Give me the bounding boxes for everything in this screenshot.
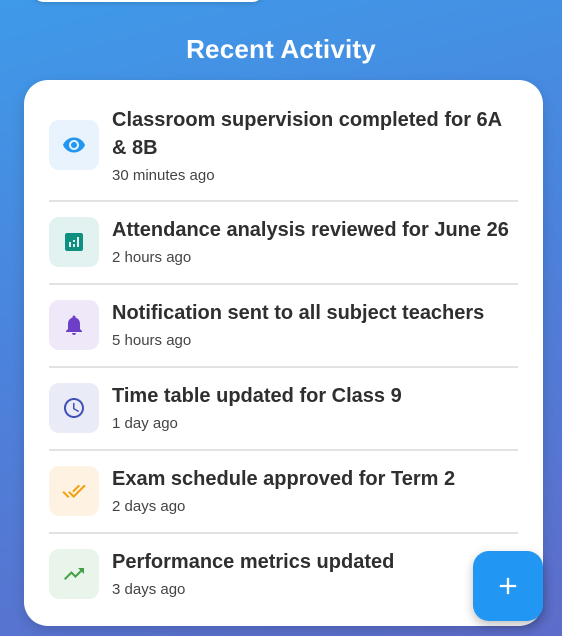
activity-title: Performance metrics updated [112,551,395,573]
activity-title: Exam schedule approved for Term 2 [112,468,456,490]
activity-item[interactable]: Classroom supervision completed for 6A &… [49,100,518,202]
activity-time: 3 days ago [112,581,186,598]
activity-icon-box [49,300,99,350]
activity-time: 1 day ago [112,415,178,432]
activity-item[interactable]: Exam schedule approved for Term 2 2 days… [49,451,518,534]
activity-item[interactable]: Notification sent to all subject teacher… [49,285,518,368]
eye-icon [62,133,86,157]
activity-icon-box [49,383,99,433]
top-search-pill[interactable] [32,0,264,2]
activity-icon-box [49,466,99,516]
activity-time: 30 minutes ago [112,167,215,184]
add-fab-button[interactable] [473,551,543,621]
activity-icon-box [49,217,99,267]
analytics-icon [62,230,86,254]
activity-icon-box [49,120,99,170]
activity-time: 2 days ago [112,498,186,515]
activity-item[interactable]: Performance metrics updated 3 days ago [49,534,518,617]
activity-icon-box [49,549,99,599]
section-title: Recent Activity [186,34,376,64]
activity-title: Notification sent to all subject teacher… [112,302,485,324]
recent-activity-card: Classroom supervision completed for 6A &… [24,80,543,626]
activity-title: Attendance analysis reviewed for June 26 [112,219,509,241]
trending-up-icon [62,562,86,586]
double-check-icon [62,479,86,503]
bell-icon [62,313,86,337]
activity-title: Time table updated for Class 9 [112,385,402,407]
clock-icon [62,396,86,420]
activity-time: 5 hours ago [112,332,192,349]
activity-time: 2 hours ago [112,249,192,266]
activity-title: Classroom supervision completed for 6A &… [112,109,502,159]
activity-item[interactable]: Attendance analysis reviewed for June 26… [49,202,518,285]
activity-item[interactable]: Time table updated for Class 9 1 day ago [49,368,518,451]
plus-icon [494,572,522,600]
